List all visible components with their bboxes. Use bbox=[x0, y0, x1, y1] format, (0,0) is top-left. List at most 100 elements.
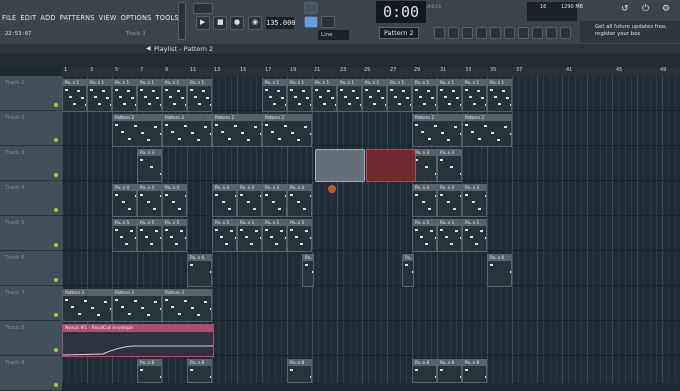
track-header[interactable]: Track 8 bbox=[0, 321, 62, 356]
chevron-left-icon[interactable]: ◀ bbox=[146, 46, 151, 52]
drag-target-box[interactable] bbox=[366, 149, 416, 182]
pattern-clip[interactable]: Pa..n 1 bbox=[137, 79, 162, 112]
track-header[interactable]: Track 9 bbox=[0, 356, 62, 391]
pattern-clip[interactable]: Pattern 2 bbox=[212, 114, 262, 147]
pattern-clip[interactable]: Pa..n 1 bbox=[437, 79, 462, 112]
pattern-clip[interactable]: Pattern 2 bbox=[412, 114, 462, 147]
pattern-clip[interactable]: Pa..n 8 bbox=[437, 359, 462, 383]
view-plugin-picker-button[interactable] bbox=[518, 27, 529, 39]
pattern-clip[interactable]: Pa..n 4 bbox=[162, 184, 187, 217]
track-mute-led[interactable] bbox=[54, 173, 58, 177]
pattern-clip[interactable]: Pa..n 4 bbox=[237, 184, 262, 217]
master-volume-knob[interactable] bbox=[178, 2, 186, 40]
settings-icon[interactable]: ⚙ bbox=[662, 5, 670, 14]
view-browser-button[interactable] bbox=[490, 27, 501, 39]
menu-patterns[interactable]: PATTERNS bbox=[58, 14, 97, 22]
track-mute-led[interactable] bbox=[54, 243, 58, 247]
track-header[interactable]: Track 6 bbox=[0, 251, 62, 286]
tempo-display[interactable]: 135.000 bbox=[266, 17, 296, 29]
menu-view[interactable]: VIEW bbox=[97, 14, 119, 22]
pattern-clip[interactable]: Pa..n 1 bbox=[487, 79, 512, 112]
pattern-clip[interactable]: Pa..n 5 bbox=[162, 219, 187, 252]
pattern-clip[interactable]: Pa..n 5 bbox=[412, 219, 437, 252]
link-tool[interactable] bbox=[321, 16, 335, 28]
pattern-clip[interactable]: Pattern 2 bbox=[162, 114, 212, 147]
timeline-ruler[interactable] bbox=[62, 67, 680, 76]
pattern-clip[interactable]: Pa..n 4 bbox=[287, 184, 312, 217]
track-mute-led[interactable] bbox=[54, 138, 58, 142]
pattern-clip[interactable]: Pa..n 4 bbox=[437, 184, 462, 217]
pattern-clip[interactable]: Pa..n 8 bbox=[287, 359, 312, 383]
playlist-grid[interactable]: Pa..n 1 Pa..n 1 Pa..n 1 Pa..n 1 Pa..n 1 Pa..n… bbox=[62, 76, 680, 383]
pattern-clip[interactable]: Pattern 2 bbox=[462, 114, 512, 147]
pattern-clip[interactable]: Pa..n 5 bbox=[137, 219, 162, 252]
track-header[interactable]: Track 3 bbox=[0, 146, 62, 181]
track-mute-led[interactable] bbox=[54, 103, 58, 107]
pattern-clip[interactable]: Pa..n 1 bbox=[312, 79, 337, 112]
pattern-selector[interactable]: Pattern 2 bbox=[379, 27, 419, 39]
pattern-clip[interactable]: Pa..n 4 bbox=[412, 184, 437, 217]
pattern-clip[interactable]: Pa..n 6 bbox=[402, 254, 414, 287]
menu-add[interactable]: ADD bbox=[38, 14, 57, 22]
pattern-clip[interactable]: Pattern 2 bbox=[112, 114, 162, 147]
draw-tool[interactable] bbox=[304, 16, 318, 28]
pattern-clip[interactable]: Pattern 3 bbox=[112, 289, 162, 322]
snap-tool[interactable] bbox=[304, 2, 318, 14]
pattern-clip[interactable]: Pa..n 8 bbox=[462, 359, 487, 383]
pattern-clip[interactable]: Pa..n 1 bbox=[62, 79, 87, 112]
track-header[interactable]: Track 1 bbox=[0, 76, 62, 111]
view-plugin-button[interactable] bbox=[504, 27, 515, 39]
pattern-clip[interactable]: Pa..n 5 bbox=[262, 219, 287, 252]
track-header[interactable]: Track 2 bbox=[0, 111, 62, 146]
menu-tools[interactable]: TOOLS bbox=[153, 14, 180, 22]
pattern-clip[interactable]: Pa..n 4 bbox=[262, 184, 287, 217]
view-playlist-button[interactable] bbox=[434, 27, 445, 39]
pattern-clip[interactable]: Pa..n 6 bbox=[187, 254, 212, 287]
pattern-clip[interactable]: Pa..n 4 bbox=[212, 184, 237, 217]
pattern-clip[interactable]: Pa..n 1 bbox=[162, 79, 187, 112]
snap-mode-select[interactable]: Line bbox=[318, 30, 349, 40]
pattern-clip[interactable]: Pa..n 5 bbox=[462, 219, 487, 252]
view-piano-roll-button[interactable] bbox=[448, 27, 459, 39]
pattern-clip[interactable]: Pa..n 8 bbox=[412, 359, 437, 383]
pattern-clip[interactable]: Pa..n 1 bbox=[262, 79, 287, 112]
pattern-clip[interactable]: Pa..n 3 bbox=[437, 149, 462, 182]
pattern-clip[interactable]: Pa..n 1 bbox=[462, 79, 487, 112]
selection-box[interactable] bbox=[315, 149, 365, 182]
pattern-clip[interactable]: Pa..n 8 bbox=[187, 359, 212, 383]
power-icon[interactable]: ⏻ bbox=[642, 5, 649, 14]
track-mute-led[interactable] bbox=[54, 208, 58, 212]
pattern-clip[interactable]: Pa..n 1 bbox=[337, 79, 362, 112]
pattern-clip[interactable]: Pattern 3 bbox=[162, 289, 212, 322]
pattern-clip[interactable]: Pa..n 1 bbox=[387, 79, 412, 112]
view-channel-rack-button[interactable] bbox=[462, 27, 473, 39]
pattern-clip[interactable]: Pa..n 1 bbox=[362, 79, 387, 112]
menu-edit[interactable]: EDIT bbox=[18, 14, 38, 22]
pattern-clip[interactable]: Pa..n 1 bbox=[87, 79, 112, 112]
pattern-clip[interactable]: Pa..n 1 bbox=[412, 79, 437, 112]
pattern-clip[interactable]: Pa..n 5 bbox=[287, 219, 312, 252]
pattern-clip[interactable]: Pa..n 1 bbox=[287, 79, 312, 112]
pattern-clip[interactable]: Pa..n 1 bbox=[187, 79, 212, 112]
pattern-clip[interactable]: Pa..n 1 bbox=[112, 79, 137, 112]
view-settings-button[interactable] bbox=[560, 27, 571, 39]
pattern-clip[interactable]: Pa..n 4 bbox=[137, 184, 162, 217]
news-panel[interactable]: Get all future updates free, register yo… bbox=[580, 21, 680, 43]
pattern-clip[interactable]: Pa..n 5 bbox=[237, 219, 262, 252]
pattern-clip[interactable]: Pa..n 5 bbox=[112, 219, 137, 252]
pattern-clip[interactable]: Pa..n 5 bbox=[212, 219, 237, 252]
pattern-clip[interactable]: Pa..n 5 bbox=[437, 219, 462, 252]
pattern-clip[interactable]: Pa..n 3 bbox=[137, 149, 162, 182]
automation-clip[interactable]: Nexus #1 - fmodCut envelope bbox=[62, 324, 214, 357]
track-mute-led[interactable] bbox=[54, 313, 58, 317]
pattern-clip[interactable]: Pa..n 6 bbox=[487, 254, 512, 287]
pattern-clip[interactable]: Pa..n 8 bbox=[137, 359, 162, 383]
track-header[interactable]: Track 7 bbox=[0, 286, 62, 321]
pattern-clip[interactable]: Pa..n 4 bbox=[112, 184, 137, 217]
track-header[interactable]: Track 5 bbox=[0, 216, 62, 251]
view-mixer-button[interactable] bbox=[476, 27, 487, 39]
pattern-clip[interactable]: Pa..n 4 bbox=[462, 184, 487, 217]
pattern-clip[interactable]: Pattern 3 bbox=[62, 289, 112, 322]
view-extra-button[interactable] bbox=[546, 27, 557, 39]
view-help-button[interactable] bbox=[532, 27, 543, 39]
